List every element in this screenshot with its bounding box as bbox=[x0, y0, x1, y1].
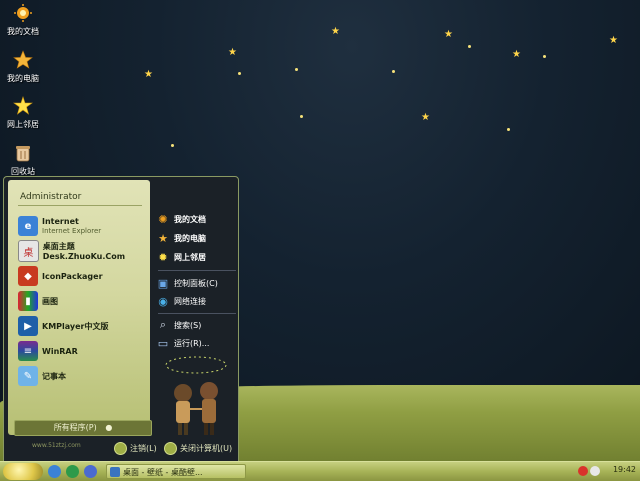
all-programs-button[interactable]: 所有程序(P) ● bbox=[14, 420, 152, 436]
start-menu-footer: 注销(L) 关闭计算机(U) bbox=[4, 435, 238, 461]
program-title: Internet bbox=[42, 217, 79, 226]
paint-icon: ▮ bbox=[18, 291, 38, 311]
start-menu-programs-panel: Administrator e Internet Internet Explore… bbox=[8, 180, 152, 436]
logoff-button[interactable]: 注销(L) bbox=[114, 442, 157, 455]
clock[interactable]: 19:42 bbox=[613, 465, 636, 474]
places-my-computer[interactable]: ★ 我的电脑 bbox=[156, 230, 206, 246]
shutdown-label: 关闭计算机(U) bbox=[180, 444, 233, 453]
kmplayer-icon: ▶ bbox=[18, 316, 38, 336]
desktop-icon-my-computer[interactable]: 我的电脑 bbox=[3, 49, 43, 84]
desktop-icon-label: 网上邻居 bbox=[7, 120, 39, 129]
desktop-icon-label: 我的文档 bbox=[7, 27, 39, 36]
program-title: 记事本 bbox=[42, 371, 66, 381]
places-run[interactable]: ▭ 运行(R)... bbox=[156, 335, 210, 351]
places-my-documents[interactable]: ✺ 我的文档 bbox=[156, 211, 206, 227]
volume-icon[interactable] bbox=[590, 466, 600, 476]
divider bbox=[18, 205, 142, 206]
quicklaunch-ie-icon[interactable] bbox=[48, 465, 61, 478]
desktop-icon-recycle-bin[interactable]: 回收站 bbox=[3, 142, 43, 177]
theme-icon: 桌 bbox=[18, 240, 39, 262]
program-iconpackager[interactable]: ◆ IconPackager bbox=[18, 265, 103, 287]
logoff-icon bbox=[114, 442, 127, 455]
arrow-right-icon: ● bbox=[105, 423, 113, 432]
program-paint[interactable]: ▮ 画图 bbox=[18, 290, 58, 312]
my-computer-icon: ★ bbox=[158, 231, 168, 245]
star-icon: ★ bbox=[512, 49, 521, 60]
star-icon: ★ bbox=[228, 47, 237, 58]
desktop-icon-network[interactable]: 网上邻居 bbox=[3, 95, 43, 130]
star-icon: ★ bbox=[421, 112, 430, 123]
places-label: 网络连接 bbox=[174, 296, 206, 306]
places-search[interactable]: ⌕ 搜索(S) bbox=[156, 317, 201, 333]
taskbar-window-label: 桌面 - 壁纸 - 桌酷壁... bbox=[123, 468, 203, 477]
taskbar-window-button[interactable]: 桌面 - 壁纸 - 桌酷壁... bbox=[106, 464, 246, 479]
star-icon: ★ bbox=[609, 35, 618, 46]
program-subtitle: Internet Explorer bbox=[42, 227, 102, 235]
shutdown-button[interactable]: 关闭计算机(U) bbox=[164, 442, 232, 455]
run-icon: ▭ bbox=[157, 336, 169, 350]
places-label: 控制面板(C) bbox=[174, 278, 218, 288]
star-icon bbox=[507, 128, 510, 131]
star-icon bbox=[238, 72, 241, 75]
star-icon: ★ bbox=[331, 26, 340, 37]
network-connections-icon: ◉ bbox=[158, 294, 168, 308]
system-tray: 19:42 bbox=[578, 462, 640, 481]
my-documents-icon: ✺ bbox=[158, 212, 168, 226]
recycle-bin-icon bbox=[12, 142, 34, 164]
iconpackager-icon: ◆ bbox=[18, 266, 38, 286]
program-title: 画图 bbox=[42, 296, 58, 306]
places-network[interactable]: ✹ 网上邻居 bbox=[156, 249, 206, 265]
my-computer-icon bbox=[12, 49, 34, 71]
user-name: Administrator bbox=[20, 192, 82, 202]
quicklaunch-media-icon[interactable] bbox=[66, 465, 79, 478]
program-notepad[interactable]: ✎ 记事本 bbox=[18, 365, 66, 387]
places-label: 搜索(S) bbox=[174, 320, 202, 330]
winrar-icon: ≡ bbox=[18, 341, 38, 361]
places-control-panel[interactable]: ▣ 控制面板(C) bbox=[156, 275, 218, 291]
control-panel-icon: ▣ bbox=[157, 276, 169, 290]
program-title: IconPackager bbox=[42, 271, 103, 281]
places-label: 网上邻居 bbox=[174, 252, 206, 262]
quicklaunch-desktop-icon[interactable] bbox=[84, 465, 97, 478]
program-winrar[interactable]: ≡ WinRAR bbox=[18, 340, 78, 362]
places-label: 我的文档 bbox=[174, 214, 206, 224]
start-button[interactable] bbox=[3, 463, 43, 480]
network-icon: ✹ bbox=[158, 250, 168, 264]
places-network-connections[interactable]: ◉ 网络连接 bbox=[156, 293, 206, 309]
star-icon bbox=[392, 70, 395, 73]
my-documents-icon bbox=[12, 2, 34, 24]
qq-icon[interactable] bbox=[578, 466, 588, 476]
start-menu: Administrator e Internet Internet Explore… bbox=[3, 176, 239, 462]
search-icon: ⌕ bbox=[159, 318, 167, 331]
program-title: WinRAR bbox=[42, 346, 78, 356]
wallpaper-illustration bbox=[165, 356, 227, 435]
star-icon: ★ bbox=[444, 29, 453, 40]
star-icon bbox=[171, 144, 174, 147]
divider bbox=[158, 270, 236, 271]
program-internet-explorer[interactable]: e Internet Internet Explorer bbox=[18, 215, 101, 237]
power-icon bbox=[164, 442, 177, 455]
star-icon bbox=[300, 115, 303, 118]
star-icon bbox=[468, 45, 471, 48]
desktop-icon-label: 我的电脑 bbox=[7, 74, 39, 83]
taskbar: 桌面 - 壁纸 - 桌酷壁... 19:42 bbox=[0, 461, 640, 481]
program-desk-theme[interactable]: 桌 桌面主题Desk.ZhuoKu.Com bbox=[18, 240, 150, 262]
window-icon bbox=[110, 467, 120, 477]
program-kmplayer[interactable]: ▶ KMPlayer中文版 bbox=[18, 315, 109, 337]
places-label: 我的电脑 bbox=[174, 233, 206, 243]
internet-explorer-icon: e bbox=[18, 216, 38, 236]
program-title: 桌面主题Desk.ZhuoKu.Com bbox=[42, 242, 126, 261]
star-icon: ★ bbox=[144, 69, 153, 80]
notepad-icon: ✎ bbox=[18, 366, 38, 386]
star-icon bbox=[295, 68, 298, 71]
desktop-icon-my-documents[interactable]: 我的文档 bbox=[3, 2, 43, 37]
network-icon bbox=[12, 95, 34, 117]
all-programs-label: 所有程序(P) bbox=[53, 423, 97, 432]
program-title: KMPlayer中文版 bbox=[42, 321, 109, 331]
places-label: 运行(R)... bbox=[174, 338, 210, 348]
divider bbox=[158, 313, 236, 314]
star-icon bbox=[543, 55, 546, 58]
logoff-label: 注销(L) bbox=[130, 444, 157, 453]
